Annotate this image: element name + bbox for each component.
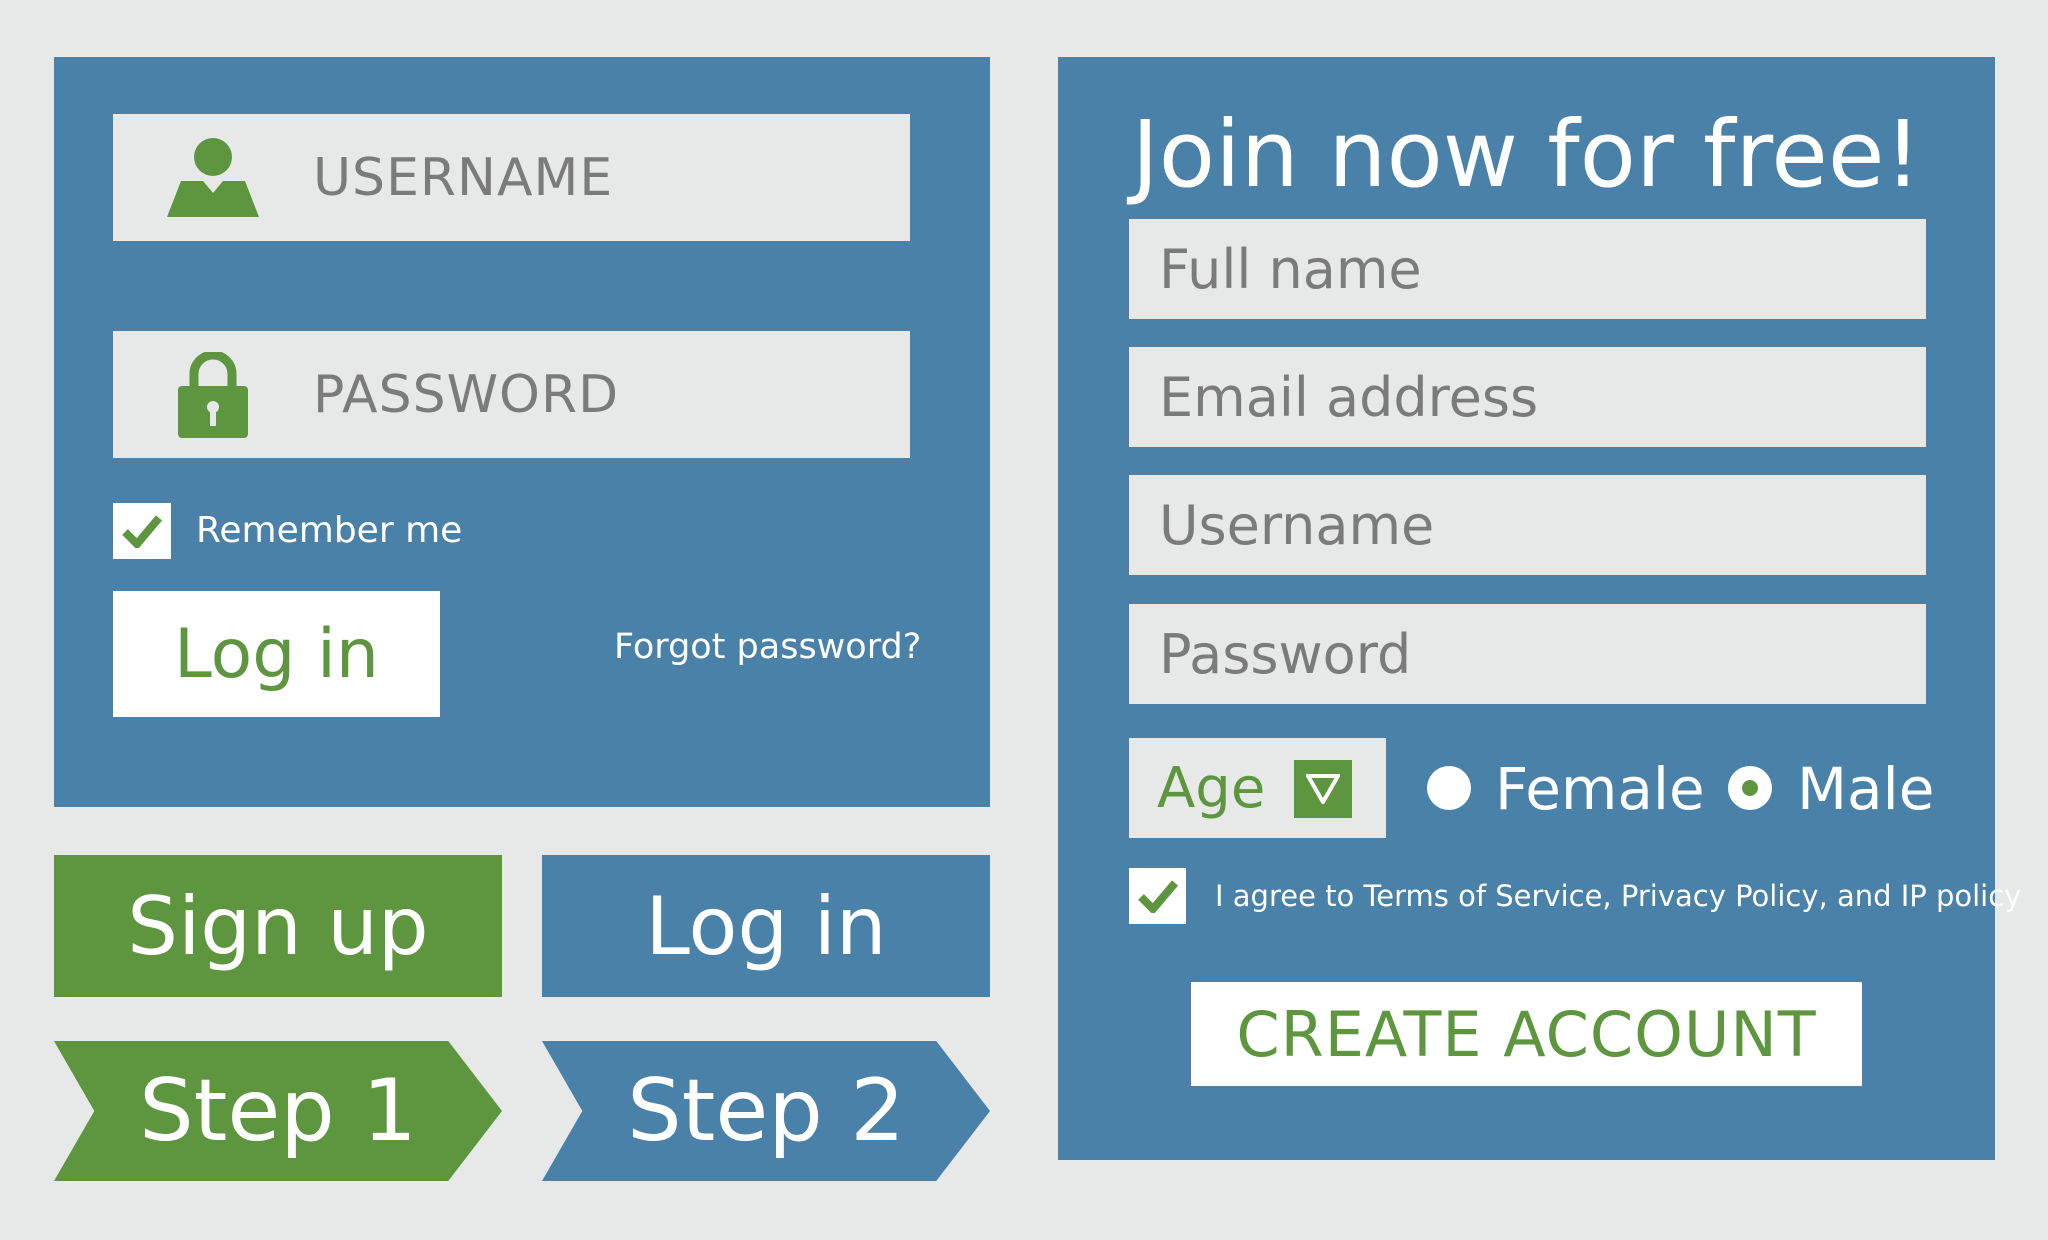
- lock-icon: [113, 331, 313, 458]
- female-radio[interactable]: [1427, 766, 1471, 810]
- female-label: Female: [1495, 755, 1705, 823]
- forgot-password-link[interactable]: Forgot password?: [614, 622, 921, 672]
- login-button[interactable]: Log in: [113, 591, 440, 717]
- username-input[interactable]: USERNAME: [113, 114, 910, 241]
- check-icon: [122, 515, 162, 548]
- email-placeholder: Email address: [1159, 365, 1539, 429]
- fullname-placeholder: Full name: [1159, 237, 1422, 301]
- signup-username-placeholder: Username: [1159, 493, 1435, 557]
- check-icon: [1137, 880, 1178, 913]
- login-button-blue[interactable]: Log in: [542, 855, 990, 997]
- step-1-tab[interactable]: Step 1: [54, 1041, 502, 1181]
- remember-checkbox[interactable]: [113, 503, 171, 559]
- signup-panel: Join now for free! Full name Email addre…: [1058, 57, 2021, 1160]
- password-placeholder: PASSWORD: [313, 364, 620, 425]
- agree-checkbox[interactable]: [1129, 868, 1186, 924]
- signup-title: Join now for free!: [1131, 101, 1922, 208]
- fullname-input[interactable]: Full name: [1129, 219, 1926, 319]
- email-input[interactable]: Email address: [1129, 347, 1926, 447]
- password-input[interactable]: PASSWORD: [113, 331, 910, 458]
- signup-username-input[interactable]: Username: [1129, 475, 1926, 575]
- login-panel: USERNAME PASSWORD Remember me Log in For…: [54, 57, 990, 807]
- signup-password-input[interactable]: Password: [1129, 604, 1926, 704]
- radio-selected-dot: [1742, 780, 1758, 796]
- remember-label: Remember me: [196, 510, 463, 551]
- signup-button[interactable]: Sign up: [54, 855, 502, 997]
- step-2-tab[interactable]: Step 2: [542, 1041, 990, 1181]
- agree-label: I agree to Terms of Service, Privacy Pol…: [1215, 879, 2022, 913]
- male-label: Male: [1797, 755, 1935, 823]
- username-placeholder: USERNAME: [313, 147, 614, 208]
- age-select[interactable]: Age: [1129, 738, 1386, 838]
- create-account-button[interactable]: CREATE ACCOUNT: [1191, 982, 1862, 1086]
- dropdown-arrow-icon: [1294, 760, 1352, 818]
- signup-password-placeholder: Password: [1159, 622, 1412, 686]
- male-radio[interactable]: [1728, 766, 1772, 810]
- age-label: Age: [1157, 755, 1266, 821]
- user-icon: [113, 114, 313, 241]
